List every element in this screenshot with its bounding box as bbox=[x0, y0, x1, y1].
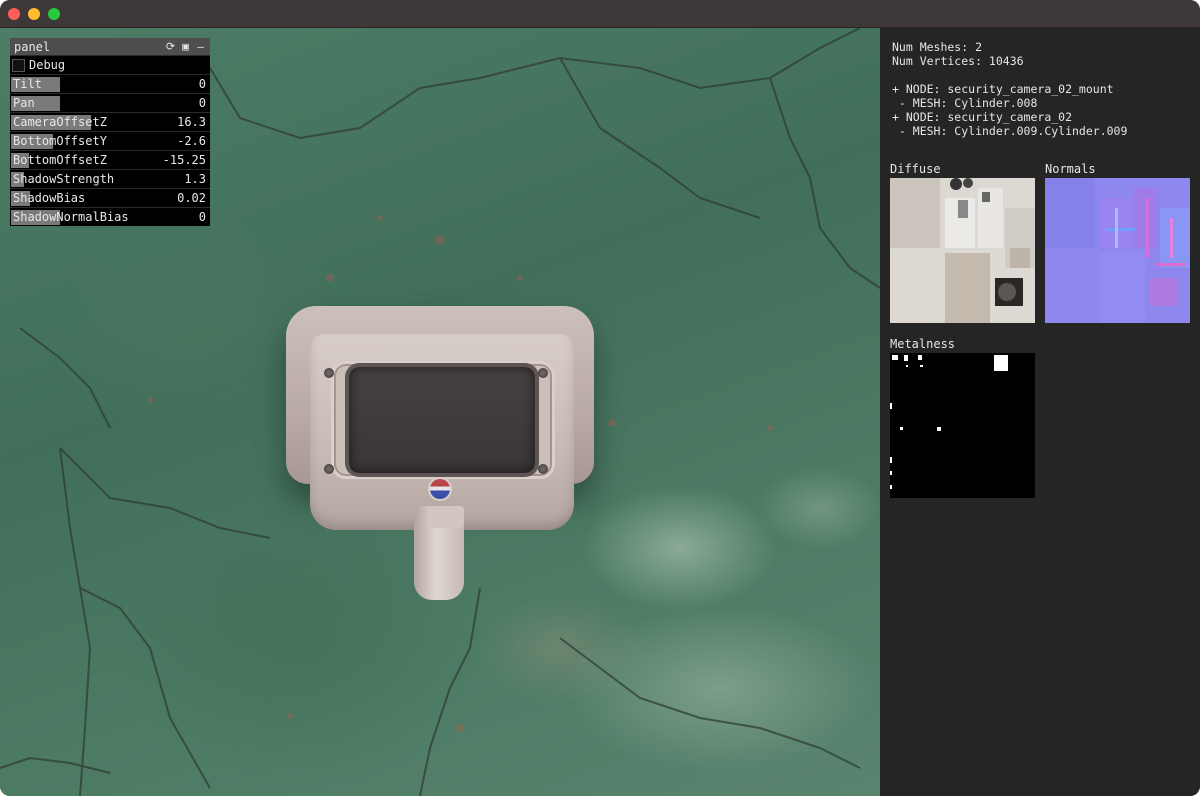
app-window: panel ⟳ ▣ – Debug Tilt 0 Pan 0 CameraOffsetZ… bbox=[0, 0, 1200, 796]
camera-glass bbox=[349, 367, 535, 473]
slider-label: Pan bbox=[13, 96, 35, 110]
slider-shadownormalbias[interactable]: ShadowNormalBias 0 bbox=[10, 207, 210, 226]
slider-label: CameraOffsetZ bbox=[13, 115, 107, 129]
diffuse-texture bbox=[890, 178, 1035, 323]
metalness-label: Metalness bbox=[890, 337, 956, 351]
slider-label: ShadowNormalBias bbox=[13, 210, 129, 224]
slider-value[interactable]: 1.3 bbox=[184, 172, 206, 186]
save-icon[interactable]: ▣ bbox=[180, 41, 191, 52]
slider-bottomoffsety[interactable]: BottomOffsetY -2.6 bbox=[10, 131, 210, 150]
slider-value[interactable]: 0 bbox=[199, 96, 206, 110]
node-tree-item: - MESH: Cylinder.009.Cylinder.009 bbox=[892, 124, 1128, 138]
node-tree-item: - MESH: Cylinder.008 bbox=[892, 96, 1038, 110]
normals-label: Normals bbox=[1045, 162, 1096, 176]
panel-title: panel bbox=[14, 39, 51, 54]
screw-icon bbox=[324, 368, 334, 378]
slider-shadowbias[interactable]: ShadowBias 0.02 bbox=[10, 188, 210, 207]
slider-cameraoffsetz[interactable]: CameraOffsetZ 16.3 bbox=[10, 112, 210, 131]
minimize-icon[interactable]: – bbox=[195, 41, 206, 52]
slider-label: BottomOffsetY bbox=[13, 134, 107, 148]
refresh-icon[interactable]: ⟳ bbox=[165, 41, 176, 52]
slider-pan[interactable]: Pan 0 bbox=[10, 93, 210, 112]
slider-value[interactable]: 16.3 bbox=[177, 115, 206, 129]
node-tree-item: + NODE: security_camera_02 bbox=[892, 110, 1073, 124]
maximize-window-button[interactable] bbox=[48, 8, 60, 20]
slider-value[interactable]: 0 bbox=[199, 77, 206, 91]
metalness-texture bbox=[890, 353, 1035, 498]
num-vertices: Num Vertices: 10436 bbox=[892, 54, 1024, 68]
debug-toggle[interactable]: Debug bbox=[10, 55, 210, 74]
minimize-window-button[interactable] bbox=[28, 8, 40, 20]
slider-label: BottomOffsetZ bbox=[13, 153, 107, 167]
slider-value[interactable]: -15.25 bbox=[163, 153, 206, 167]
close-window-button[interactable] bbox=[8, 8, 20, 20]
slider-shadowstrength[interactable]: ShadowStrength 1.3 bbox=[10, 169, 210, 188]
slider-label: ShadowStrength bbox=[13, 172, 115, 186]
screw-icon bbox=[538, 368, 548, 378]
panel-header[interactable]: panel ⟳ ▣ – bbox=[10, 38, 210, 55]
slider-value[interactable]: 0.02 bbox=[177, 191, 206, 205]
slider-bottomoffsetz[interactable]: BottomOffsetZ -15.25 bbox=[10, 150, 210, 169]
normals-texture bbox=[1045, 178, 1190, 323]
slider-tilt[interactable]: Tilt 0 bbox=[10, 74, 210, 93]
slider-value[interactable]: -2.6 bbox=[177, 134, 206, 148]
title-bar bbox=[0, 0, 1200, 28]
slider-label: ShadowBias bbox=[13, 191, 86, 205]
3d-viewport[interactable]: panel ⟳ ▣ – Debug Tilt 0 Pan 0 CameraOffsetZ… bbox=[0, 28, 880, 796]
mesh-stats: Num Meshes: 2 Num Vertices: 10436 + NODE: … bbox=[892, 40, 1127, 138]
screw-icon bbox=[324, 464, 334, 474]
screw-icon bbox=[538, 464, 548, 474]
slider-list: Tilt 0 Pan 0 CameraOffsetZ 16.3 BottomOffsetY -… bbox=[10, 74, 210, 226]
debug-label: Debug bbox=[29, 58, 66, 72]
control-panel: panel ⟳ ▣ – Debug Tilt 0 Pan 0 CameraOffsetZ… bbox=[10, 38, 210, 226]
slider-value[interactable]: 0 bbox=[199, 210, 206, 224]
camera-logo-badge bbox=[430, 479, 450, 499]
debug-checkbox[interactable] bbox=[12, 58, 25, 72]
slider-label: Tilt bbox=[13, 77, 42, 91]
model-info-panel: Num Meshes: 2 Num Vertices: 10436 + NODE: … bbox=[880, 28, 1200, 796]
num-meshes: Num Meshes: 2 bbox=[892, 40, 983, 54]
diffuse-label: Diffuse bbox=[890, 162, 941, 176]
camera-mount-neck bbox=[428, 506, 464, 528]
node-tree-item: + NODE: security_camera_02_mount bbox=[892, 82, 1114, 96]
